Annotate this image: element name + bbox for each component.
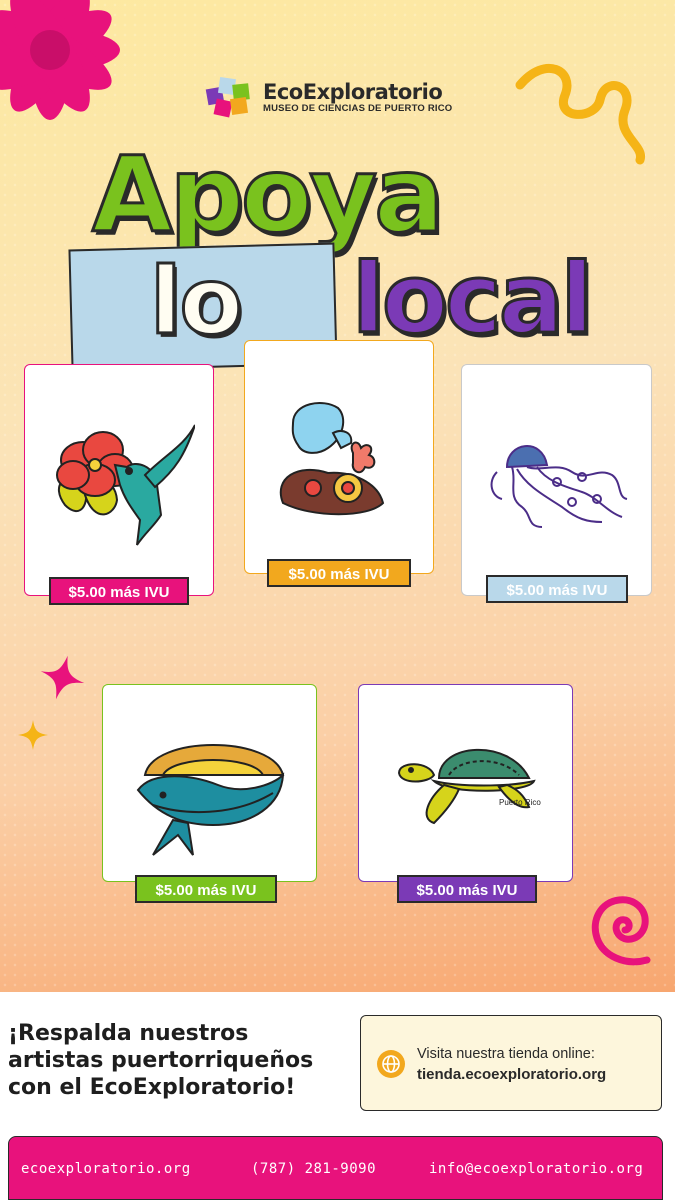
flower-decoration-icon	[0, 0, 120, 120]
sparkle-yellow-icon	[18, 720, 48, 750]
tagline-text: ¡Respalda nuestros artistas puertorrique…	[8, 1021, 314, 1100]
price-tag: $5.00 más IVU	[267, 559, 411, 587]
website-link[interactable]: ecoexploratorio.org	[21, 1161, 191, 1177]
jellyfish-image	[490, 445, 628, 528]
product-card-manatee[interactable]: $5.00 más IVU	[244, 340, 434, 587]
turtle-sticker-text: Puerto Rico	[499, 798, 541, 807]
store-label: Visita nuestra tienda online:	[417, 1046, 595, 1062]
phone-link[interactable]: (787) 281-9090	[251, 1161, 376, 1177]
logo-mark-icon	[205, 76, 250, 118]
museum-logo[interactable]: EcoExploratorio MUSEO DE CIENCIAS DE PUE…	[205, 74, 452, 120]
globe-icon	[377, 1050, 405, 1078]
product-card-whale[interactable]: $5.00 más IVU	[102, 684, 317, 903]
price-tag: $5.00 más IVU	[486, 575, 628, 603]
price-tag: $5.00 más IVU	[397, 875, 537, 903]
headline-apoya: Apoya	[90, 134, 445, 256]
whale-sun-image	[136, 744, 285, 856]
headline-local: local	[350, 243, 594, 355]
product-card-turtle[interactable]: Puerto Rico $5.00 más IVU	[358, 684, 573, 903]
contact-bar: ecoexploratorio.org (787) 281-9090 info@…	[8, 1136, 663, 1200]
price-tag: $5.00 más IVU	[135, 875, 277, 903]
logo-title: EcoExploratorio	[263, 79, 443, 104]
email-link[interactable]: info@ecoexploratorio.org	[429, 1161, 643, 1177]
squiggle-decoration-icon	[515, 63, 645, 165]
poster: EcoExploratorio MUSEO DE CIENCIAS DE PUE…	[0, 0, 675, 1200]
manatee-coral-image	[279, 402, 385, 516]
sea-turtle-image: Puerto Rico	[397, 748, 541, 825]
store-url-link[interactable]: tienda.ecoexploratorio.org	[417, 1066, 606, 1083]
product-card-jellyfish[interactable]: $5.00 más IVU	[461, 364, 652, 603]
spiral-decoration-icon	[591, 896, 651, 966]
hummingbird-hibiscus-image	[56, 424, 195, 546]
price-tag: $5.00 más IVU	[49, 577, 189, 605]
logo-subtitle: MUSEO DE CIENCIAS DE PUERTO RICO	[263, 102, 453, 114]
headline-lo: lo	[149, 248, 245, 355]
store-link-box[interactable]: Visita nuestra tienda online: tienda.eco…	[360, 1015, 662, 1111]
sparkle-pink-icon	[40, 655, 85, 700]
product-card-hummingbird[interactable]: $5.00 más IVU	[24, 364, 214, 605]
